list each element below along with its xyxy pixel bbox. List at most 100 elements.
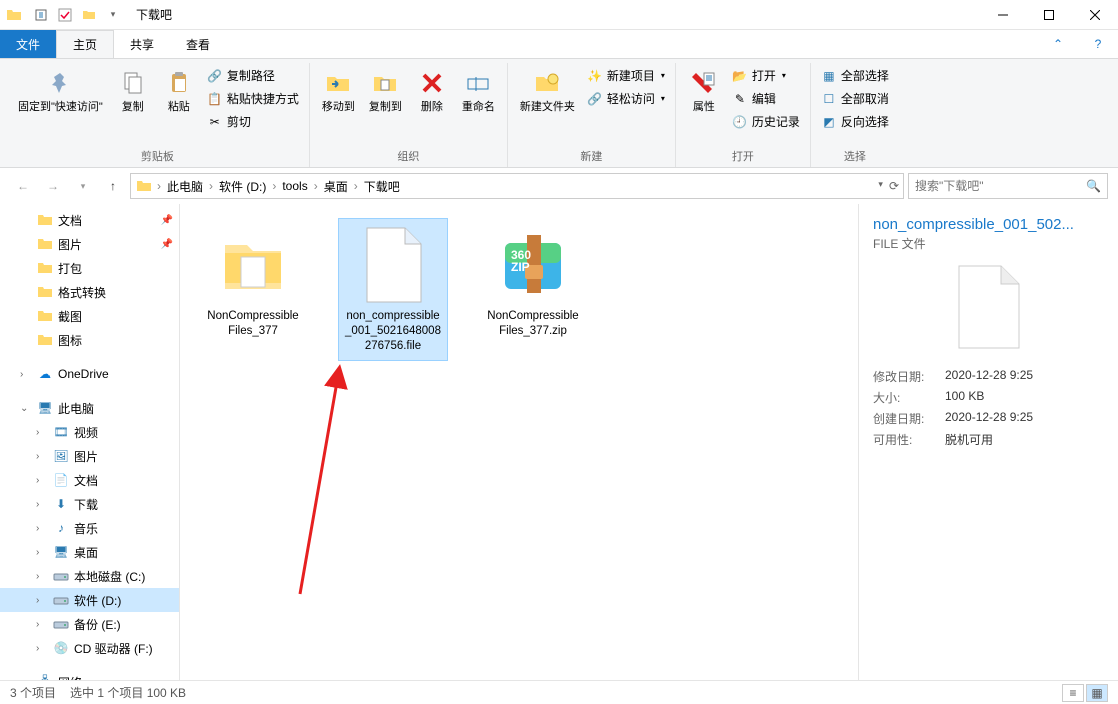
history-icon: 🕘 (732, 114, 748, 130)
new-folder-button[interactable]: 新建文件夹 (514, 63, 581, 118)
nav-back-button[interactable]: ← (10, 173, 36, 199)
select-none-button[interactable]: ☐全部取消 (817, 88, 893, 109)
sidebar-item[interactable]: 图片📌 (0, 232, 179, 256)
sidebar-item[interactable]: 打包 (0, 256, 179, 280)
copy-path-button[interactable]: 🔗复制路径 (203, 65, 303, 86)
sidebar-item-onedrive[interactable]: › ☁ OneDrive (0, 362, 179, 386)
chevron-right-icon[interactable]: › (155, 179, 163, 193)
nav-forward-button[interactable]: → (40, 173, 66, 199)
help-icon[interactable]: ? (1078, 30, 1118, 58)
file-item[interactable]: NonCompressibleFiles_377 (198, 218, 308, 346)
delete-button[interactable]: 删除 (410, 63, 454, 118)
sidebar-item-network[interactable]: › 🖧 网络 (0, 670, 179, 680)
search-input[interactable] (915, 179, 1086, 193)
minimize-button[interactable] (980, 0, 1026, 30)
sidebar-item[interactable]: 格式转换 (0, 280, 179, 304)
chevron-right-icon[interactable]: › (36, 499, 48, 510)
tab-file[interactable]: 文件 (0, 30, 56, 58)
invert-selection-button[interactable]: ◩反向选择 (817, 111, 893, 132)
item-icon: ♪ (52, 519, 70, 537)
chevron-right-icon[interactable]: › (36, 571, 48, 582)
shortcut-icon: 📋 (207, 91, 223, 107)
chevron-right-icon[interactable]: › (36, 643, 48, 654)
sidebar-item[interactable]: ›💿CD 驱动器 (F:) (0, 636, 179, 660)
sidebar-item[interactable]: ›备份 (E:) (0, 612, 179, 636)
sidebar-item[interactable]: ›软件 (D:) (0, 588, 179, 612)
properties-button[interactable]: 属性 (682, 63, 726, 118)
sidebar-item[interactable]: ›📄文档 (0, 468, 179, 492)
cut-button[interactable]: ✂剪切 (203, 111, 303, 132)
view-details-button[interactable]: ≡ (1062, 684, 1084, 702)
content-area[interactable]: NonCompressibleFiles_377 non_compressible… (180, 204, 858, 680)
chevron-right-icon[interactable]: › (312, 179, 320, 193)
copy-button[interactable]: 复制 (111, 63, 155, 118)
refresh-icon[interactable]: ⟳ (889, 179, 899, 193)
open-icon: 📂 (732, 68, 748, 84)
breadcrumb-item[interactable]: tools (280, 179, 309, 193)
paste-button[interactable]: 粘贴 (157, 63, 201, 118)
tab-view[interactable]: 查看 (170, 30, 226, 58)
tab-share[interactable]: 共享 (114, 30, 170, 58)
details-row: 可用性:脱机可用 (873, 429, 1104, 450)
qat-dropdown-icon[interactable]: ▾ (102, 4, 124, 26)
sidebar-item[interactable]: ›本地磁盘 (C:) (0, 564, 179, 588)
sidebar-item[interactable]: ›🖥桌面 (0, 540, 179, 564)
edit-button[interactable]: ✎编辑 (728, 88, 804, 109)
chevron-down-icon[interactable]: ⌄ (20, 403, 32, 414)
easy-access-button[interactable]: 🔗轻松访问▾ (583, 88, 669, 109)
copy-to-button[interactable]: 复制到 (363, 63, 408, 118)
sidebar-item[interactable]: ›🎞视频 (0, 420, 179, 444)
nav-up-button[interactable]: ↑ (100, 173, 126, 199)
move-to-button[interactable]: 移动到 (316, 63, 361, 118)
chevron-right-icon[interactable]: › (270, 179, 278, 193)
file-item[interactable]: non_compressible_001_5021648008276756.fi… (338, 218, 448, 361)
folder-icon[interactable] (78, 4, 100, 26)
chevron-right-icon[interactable]: › (36, 475, 48, 486)
item-icon: 🎞 (52, 423, 70, 441)
chevron-right-icon[interactable]: › (20, 369, 32, 380)
qat-properties-icon[interactable] (30, 4, 52, 26)
search-box[interactable]: 🔍 (908, 173, 1108, 199)
open-button[interactable]: 📂打开▾ (728, 65, 804, 86)
breadcrumb-item[interactable]: 桌面 (322, 178, 350, 195)
sidebar-item[interactable]: 文档📌 (0, 208, 179, 232)
select-all-button[interactable]: ▦全部选择 (817, 65, 893, 86)
nav-recent-button[interactable]: ▾ (70, 173, 96, 199)
sidebar[interactable]: 文档📌图片📌打包格式转换截图图标 › ☁ OneDrive ⌄ 🖥 此电脑 › 🎞… (0, 204, 180, 680)
chevron-right-icon[interactable]: › (207, 179, 215, 193)
sidebar-item[interactable]: 图标 (0, 328, 179, 352)
chevron-right-icon[interactable]: › (36, 619, 48, 630)
qat-check-icon[interactable] (54, 4, 76, 26)
pin-to-quick-access-button[interactable]: 固定到"快速访问" (12, 63, 109, 118)
ribbon-collapse-icon[interactable]: ⌃ (1038, 30, 1078, 58)
close-button[interactable] (1072, 0, 1118, 30)
sidebar-item[interactable]: 截图 (0, 304, 179, 328)
breadcrumb-item[interactable]: 软件 (D:) (217, 178, 268, 195)
view-icons-button[interactable]: ▦ (1086, 684, 1108, 702)
sidebar-item-this-pc[interactable]: ⌄ 🖥 此电脑 (0, 396, 179, 420)
sidebar-item[interactable]: ›🖼图片 (0, 444, 179, 468)
sidebar-item[interactable]: ›⬇下载 (0, 492, 179, 516)
maximize-button[interactable] (1026, 0, 1072, 30)
chevron-right-icon[interactable]: › (36, 547, 48, 558)
rename-button[interactable]: 重命名 (456, 63, 501, 118)
chevron-right-icon[interactable]: › (36, 451, 48, 462)
chevron-right-icon[interactable]: › (36, 427, 48, 438)
status-count: 3 个项目 (10, 684, 56, 701)
chevron-right-icon[interactable]: › (20, 677, 32, 681)
new-item-button[interactable]: ✨新建项目▾ (583, 65, 669, 86)
chevron-right-icon[interactable]: › (36, 523, 48, 534)
breadcrumb[interactable]: › 此电脑 › 软件 (D:) › tools › 桌面 › 下载吧 ▾ ⟳ (130, 173, 904, 199)
file-item[interactable]: 360ZIPNonCompressibleFiles_377.zip (478, 218, 588, 346)
sidebar-item[interactable]: ›♪音乐 (0, 516, 179, 540)
breadcrumb-item[interactable]: 下载吧 (362, 178, 402, 195)
paste-shortcut-button[interactable]: 📋粘贴快捷方式 (203, 88, 303, 109)
history-button[interactable]: 🕘历史记录 (728, 111, 804, 132)
tab-home[interactable]: 主页 (56, 30, 114, 58)
dropdown-icon[interactable]: ▾ (878, 179, 883, 193)
breadcrumb-item[interactable]: 此电脑 (165, 178, 205, 195)
annotation-arrow (290, 364, 350, 604)
folder-icon (213, 225, 293, 305)
chevron-right-icon[interactable]: › (36, 595, 48, 606)
chevron-right-icon[interactable]: › (352, 179, 360, 193)
